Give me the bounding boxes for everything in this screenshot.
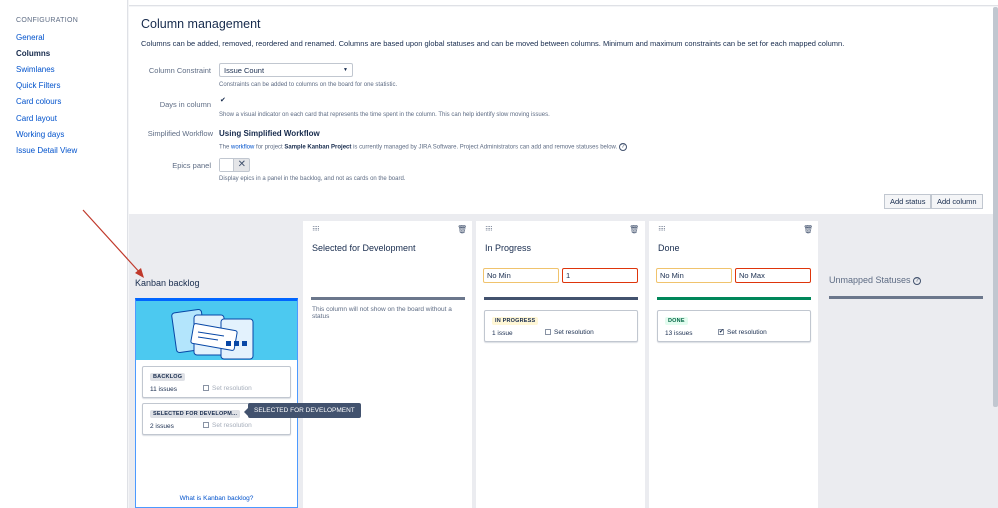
column-status-bar <box>311 297 465 300</box>
status-lozenge: IN PROGRESS <box>492 317 539 325</box>
sidebar-item-card-colours[interactable]: Card colours <box>16 97 61 106</box>
epics-panel-help: Display epics in a panel in the backlog,… <box>219 176 406 182</box>
column-max-input[interactable] <box>562 268 638 283</box>
column-name[interactable]: Done <box>658 243 680 253</box>
help-icon[interactable]: ? <box>913 276 922 285</box>
days-in-column-help: Show a visual indicator on each card tha… <box>219 112 550 118</box>
help-icon[interactable]: ? <box>618 143 627 151</box>
issue-count: 2 issues <box>150 423 174 430</box>
add-status-button[interactable]: Add status <box>884 194 932 209</box>
column-constraint-value: Issue Count <box>224 66 265 75</box>
scrollbar[interactable] <box>993 7 998 407</box>
set-resolution-checkbox[interactable] <box>203 385 209 392</box>
workflow-link[interactable]: workflow <box>231 145 254 151</box>
set-resolution-checkbox[interactable] <box>203 422 209 429</box>
column-status-bar <box>484 297 638 300</box>
project-name: Sample Kanban Project <box>284 144 352 151</box>
column-selected-for-development[interactable]: ⠿⠿ 🗑 Selected for Development This colum… <box>303 221 472 508</box>
status-lozenge: SELECTED FOR DEVELOPM... <box>150 410 241 418</box>
annotation-arrow <box>82 209 144 278</box>
column-done[interactable]: ⠿⠿ 🗑 Done DONE 13 issues ✔Set resolution <box>649 221 818 508</box>
status-lozenge: BACKLOG <box>150 373 186 381</box>
issue-count: 11 issues <box>150 386 177 393</box>
unmapped-statuses-label: Unmapped Statuses <box>829 275 911 285</box>
column-constraint-select[interactable]: Issue Count ▼ <box>219 63 353 77</box>
sidebar-item-quick-filters[interactable]: Quick Filters <box>16 81 60 90</box>
column-management-panel: Column management Columns can be added, … <box>129 7 998 214</box>
set-resolution-label: Set resolution <box>727 329 767 336</box>
issue-count: 13 issues <box>665 330 693 337</box>
set-resolution: Set resolution <box>203 422 252 429</box>
help-text-pre: The <box>219 144 232 151</box>
close-icon: ✕ <box>237 159 246 170</box>
simplified-workflow-label: Simplified Workflow <box>147 129 213 138</box>
set-resolution: ✔ Set resolution <box>718 329 767 336</box>
backlog-illustration <box>136 301 297 360</box>
add-column-button[interactable]: Add column <box>931 194 983 209</box>
unmapped-status-bar <box>829 296 983 299</box>
column-min-input[interactable] <box>656 268 732 283</box>
set-resolution-label: Set resolution <box>212 385 252 392</box>
epics-panel-toggle[interactable]: ✕ <box>219 158 250 172</box>
epics-panel-label: Epics panel <box>172 161 211 170</box>
simplified-workflow-value: Using Simplified Workflow <box>219 129 320 138</box>
drag-handle-icon[interactable]: ⠿⠿ <box>312 226 320 233</box>
column-min-input[interactable] <box>483 268 559 283</box>
empty-column-note: This column will not show on the board w… <box>312 306 452 320</box>
issue-count: 1 issue <box>492 330 513 337</box>
trash-icon[interactable]: 🗑 <box>803 225 813 234</box>
set-resolution-checkbox[interactable] <box>545 329 551 336</box>
drag-handle-icon[interactable]: ⠿⠿ <box>658 226 666 233</box>
kanban-backlog-help-link[interactable]: What is Kanban backlog? <box>136 495 297 502</box>
column-status-bar <box>657 297 811 300</box>
sidebar-item-issue-detail-view[interactable]: Issue Detail View <box>16 146 77 155</box>
sidebar-item-swimlanes[interactable]: Swimlanes <box>16 65 55 74</box>
unmapped-statuses-title: Unmapped Statuses ? <box>829 275 922 285</box>
column-constraint-label: Column Constraint <box>148 66 211 75</box>
trash-icon[interactable]: 🗑 <box>629 225 639 234</box>
column-board: Kanban backlog BACKLOG 11 issues Set res… <box>129 214 998 508</box>
backlog-status-card[interactable]: BACKLOG 11 issues Set resolution <box>142 366 291 398</box>
page-description: Columns can be added, removed, reordered… <box>141 39 845 48</box>
sidebar-item-working-days[interactable]: Working days <box>16 130 64 139</box>
trash-icon[interactable]: 🗑 <box>457 225 467 234</box>
sidebar-item-columns[interactable]: Columns <box>16 49 50 58</box>
column-name[interactable]: Selected for Development <box>312 243 416 253</box>
days-in-column-label: Days in column <box>159 100 211 109</box>
set-resolution: Set resolution <box>203 385 252 392</box>
top-border <box>129 0 998 6</box>
set-resolution-checkbox[interactable]: ✔ <box>718 329 724 336</box>
page-title: Column management <box>141 17 261 31</box>
chevron-down-icon: ▼ <box>343 67 348 73</box>
help-text-mid: for project <box>254 144 285 151</box>
column-max-input[interactable] <box>735 268 811 283</box>
days-in-column-checkbox[interactable]: ✔ <box>220 97 228 105</box>
sidebar-item-general[interactable]: General <box>16 33 44 42</box>
help-text-post: is currently managed by JIRA Software. P… <box>351 144 618 151</box>
sidebar-item-card-layout[interactable]: Card layout <box>16 114 57 123</box>
status-lozenge: DONE <box>665 317 688 325</box>
drag-handle-icon[interactable]: ⠿⠿ <box>485 226 493 233</box>
sidebar-header: CONFIGURATION <box>16 17 79 24</box>
set-resolution-label: Set resolution <box>554 329 594 336</box>
in-progress-status-card[interactable]: IN PROGRESS 1 issue Set resolution <box>484 310 638 342</box>
column-constraint-help: Constraints can be added to columns on t… <box>219 82 398 88</box>
simplified-workflow-help: The workflow for project Sample Kanban P… <box>219 143 627 151</box>
column-name[interactable]: In Progress <box>485 243 531 253</box>
done-status-card[interactable]: DONE 13 issues ✔ Set resolution <box>657 310 811 342</box>
toggle-knob <box>220 159 234 171</box>
set-resolution: Set resolution <box>545 329 594 336</box>
status-tooltip: SELECTED FOR DEVELOPMENT <box>244 403 361 418</box>
column-in-progress[interactable]: ⠿⠿ 🗑 In Progress IN PROGRESS 1 issue Set… <box>476 221 645 508</box>
set-resolution-label: Set resolution <box>212 422 252 429</box>
